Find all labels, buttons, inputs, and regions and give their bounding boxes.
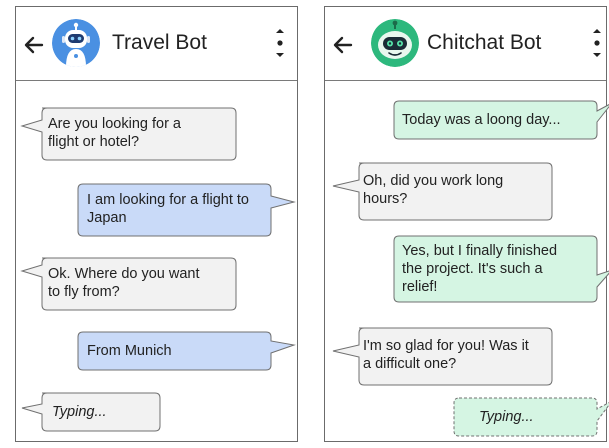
typing-indicator: Typing... <box>21 392 162 432</box>
bot-message: I'm so glad for you! Was it a difficult … <box>332 327 553 387</box>
arrow-left-icon[interactable] <box>22 33 46 57</box>
robot-avatar <box>52 19 100 67</box>
message-line: Are you looking for a <box>48 116 181 132</box>
user-message: Yes, but I finally finished the project.… <box>393 235 609 303</box>
message-line: Yes, but I finally finished <box>402 243 558 259</box>
message-line: Japan <box>87 210 127 226</box>
chat-header: Chitchat Bot <box>325 7 606 81</box>
message-line: Today was a loong day... <box>402 112 561 128</box>
round-robot-avatar <box>371 19 419 67</box>
chat-header: Travel Bot <box>16 7 297 81</box>
message-line: the project. It's such a <box>402 261 543 277</box>
chat-title: Travel Bot <box>112 31 207 54</box>
vertical-dots-menu-icon[interactable] <box>274 28 286 58</box>
message-line: hours? <box>363 191 408 207</box>
vertical-dots-menu-icon[interactable] <box>591 28 603 58</box>
typing-text: Typing... <box>479 409 534 425</box>
message-line: Ok. Where do you want <box>48 266 200 282</box>
message-line: flight or hotel? <box>48 134 140 150</box>
message-line: I am looking for a flight to <box>87 192 249 208</box>
message-line: From Munich <box>87 343 172 359</box>
user-message: Today was a loong day... <box>393 100 609 140</box>
chitchat-bot-chat-window: Chitchat Bot Today was a loong day... Oh… <box>324 6 609 442</box>
travel-bot-chat-window: Travel Bot Are you looking for a flight … <box>15 6 298 442</box>
bot-message: Ok. Where do you want to fly from? <box>20 257 237 311</box>
message-line: to fly from? <box>48 284 120 300</box>
user-message: I am looking for a flight to Japan <box>77 183 296 237</box>
bot-message: Oh, did you work long hours? <box>332 162 553 222</box>
chat-title: Chitchat Bot <box>427 31 542 54</box>
typing-indicator: Typing... <box>453 397 609 437</box>
typing-text: Typing... <box>52 404 107 420</box>
message-line: a difficult one? <box>363 356 457 372</box>
message-line: Oh, did you work long <box>363 173 504 189</box>
message-line: relief! <box>402 279 438 295</box>
bot-message: Are you looking for a flight or hotel? <box>20 107 237 161</box>
message-line: I'm so glad for you! Was it <box>363 338 529 354</box>
arrow-left-icon[interactable] <box>331 33 355 57</box>
user-message: From Munich <box>77 331 296 371</box>
